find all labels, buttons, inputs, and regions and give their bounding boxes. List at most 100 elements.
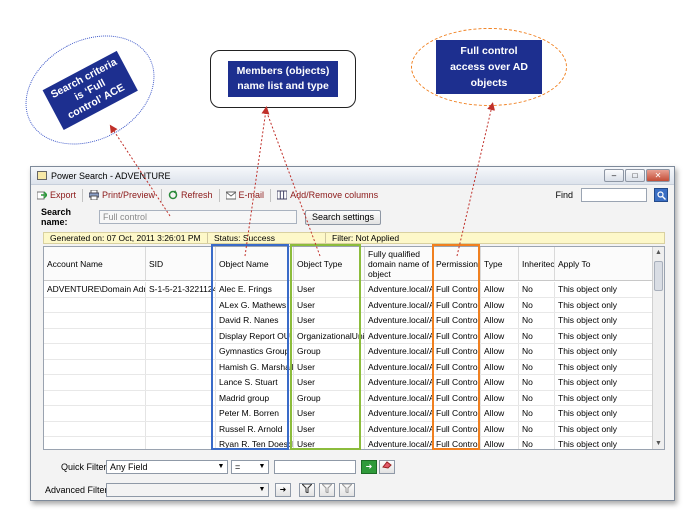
column-header-object-type[interactable]: Object Type [294,247,365,280]
cell-permissions: Full Control [433,344,481,359]
advanced-filters-select[interactable]: ▼ [106,483,269,497]
column-header-permissions[interactable]: Permissions [433,247,481,280]
column-header-account-name[interactable]: Account Name [44,247,146,280]
table-row[interactable]: Gymnastics GroupGroupAdventure.local/ARF… [44,344,654,360]
cell-object-type: Group [294,344,365,359]
column-header-apply-to[interactable]: Apply To [555,247,654,280]
toolbar: Export Print/Preview Refresh E-mail Add/… [31,185,674,205]
cell-permissions: Full Control [433,282,481,297]
cell-apply-to: This object only [555,390,654,405]
add-remove-columns-button[interactable]: Add/Remove columns [277,190,378,200]
cell-sid [146,406,216,421]
cell-account-name [44,328,146,343]
clear-filter-button[interactable] [339,483,355,497]
cell-type: Allow [481,344,519,359]
chevron-down-icon: ▼ [258,463,266,470]
table-row[interactable]: Hamish G. MarshallUserAdventure.local/AR… [44,359,654,375]
table-row[interactable]: ALex G. MathewsUserAdventure.local/ARFul… [44,297,654,313]
maximize-button[interactable]: □ [625,169,645,182]
cell-sid [146,344,216,359]
email-button[interactable]: E-mail [225,190,264,200]
find-input[interactable] [581,188,647,202]
edit-filter-button[interactable] [319,483,335,497]
toolbar-divider [161,188,163,202]
export-icon [37,191,47,200]
cell-permissions: Full Control [433,390,481,405]
cell-apply-to: This object only [555,313,654,328]
cell-inherited: No [519,375,555,390]
close-button[interactable]: ✕ [646,169,670,182]
table-row[interactable]: David R. NanesUserAdventure.local/ARFull… [44,313,654,329]
cell-type: Allow [481,359,519,374]
toolbar-divider [270,188,272,202]
print-preview-button[interactable]: Print/Preview [89,190,155,200]
apply-quick-filter-button[interactable]: ➜ [361,460,377,474]
cell-sid [146,390,216,405]
cell-object-type: User [294,421,365,436]
generated-on-text: Generated on: 07 Oct, 2011 3:26:01 PM [44,233,208,243]
funnel-edit-icon [320,483,334,494]
cell-account-name [44,390,146,405]
minimize-button[interactable]: – [604,169,624,182]
cell-fqdn: Adventure.local/AR [365,297,433,312]
search-settings-button[interactable]: Search settings [305,209,382,225]
quick-filter-field-select[interactable]: Any Field ▼ [106,460,228,474]
cell-object-name: Lance S. Stuart [216,375,294,390]
column-header-inherited[interactable]: Inheritec [519,247,555,280]
table-row[interactable]: ADVENTURE\Domain AdminsS-1-5-21-3221124A… [44,282,654,298]
cell-account-name [44,437,146,449]
cell-permissions: Full Control [433,437,481,449]
column-header-type[interactable]: Type [481,247,519,280]
callout-members-text: Members (objects) name list and type [228,61,338,97]
table-row[interactable]: Ryan R. Ten DoeschatUserAdventure.local/… [44,437,654,449]
table-row[interactable]: Russel R. ArnoldUserAdventure.local/ARFu… [44,421,654,437]
cell-inherited: No [519,344,555,359]
vertical-scrollbar[interactable]: ▲ ▼ [652,247,664,449]
table-row[interactable]: Lance S. StuartUserAdventure.local/ARFul… [44,375,654,391]
filter-button[interactable] [299,483,315,497]
add-remove-columns-label: Add/Remove columns [290,190,379,200]
apply-advanced-filter-button[interactable]: ➜ [275,483,291,497]
cell-fqdn: Adventure.local/AR [365,344,433,359]
cell-object-type: User [294,375,365,390]
column-header-object-name[interactable]: Object Name [216,247,294,280]
callout-search-criteria: Search criteria is ‘Full control’ ACE [6,13,174,167]
funnel-icon [300,483,314,494]
chevron-down-icon: ▼ [217,463,225,470]
cell-apply-to: This object only [555,421,654,436]
print-preview-label: Print/Preview [102,190,156,200]
quick-filter-value-input[interactable] [274,460,356,474]
scroll-down-arrow[interactable]: ▼ [653,438,664,449]
export-button[interactable]: Export [37,190,76,200]
column-header-sid[interactable]: SID [146,247,216,280]
refresh-button[interactable]: Refresh [168,190,213,200]
app-icon [37,171,47,180]
find-button[interactable] [654,188,668,202]
cell-apply-to: This object only [555,375,654,390]
scroll-thumb[interactable] [654,261,663,291]
search-name-label: Search name: [41,207,72,227]
table-row[interactable]: Madrid groupGroupAdventure.local/ARFull … [44,390,654,406]
table-row[interactable]: Peter M. BorrenUserAdventure.local/ARFul… [44,406,654,422]
cell-fqdn: Adventure.local/AR [365,375,433,390]
quick-filter-operator-select[interactable]: = ▼ [231,460,269,474]
scroll-up-arrow[interactable]: ▲ [653,247,664,258]
cell-object-type: User [294,297,365,312]
results-grid[interactable]: Account Name SID Object Name Object Type… [43,246,665,450]
clear-quick-filter-button[interactable] [379,460,395,474]
cell-type: Allow [481,390,519,405]
cell-fqdn: Adventure.local/AR [365,313,433,328]
cell-permissions: Full Control [433,359,481,374]
cell-inherited: No [519,421,555,436]
callout-members: Members (objects) name list and type [210,50,356,108]
cell-object-name: Alec E. Frings [216,282,294,297]
power-search-window: Power Search - ADVENTURE – □ ✕ Export Pr… [30,166,675,501]
eraser-icon [382,461,392,469]
quick-filter-field-value: Any Field [110,462,148,472]
cell-inherited: No [519,406,555,421]
table-row[interactable]: Display Report OU OrganizationalUnit Adven… [44,328,654,344]
cell-permissions: Full Control [433,328,481,343]
cell-fqdn: Adventure.local/AR [365,328,433,343]
search-name-input[interactable]: Full control [99,210,297,224]
column-header-fqdn[interactable]: Fully qualified domain name of object [365,247,433,280]
